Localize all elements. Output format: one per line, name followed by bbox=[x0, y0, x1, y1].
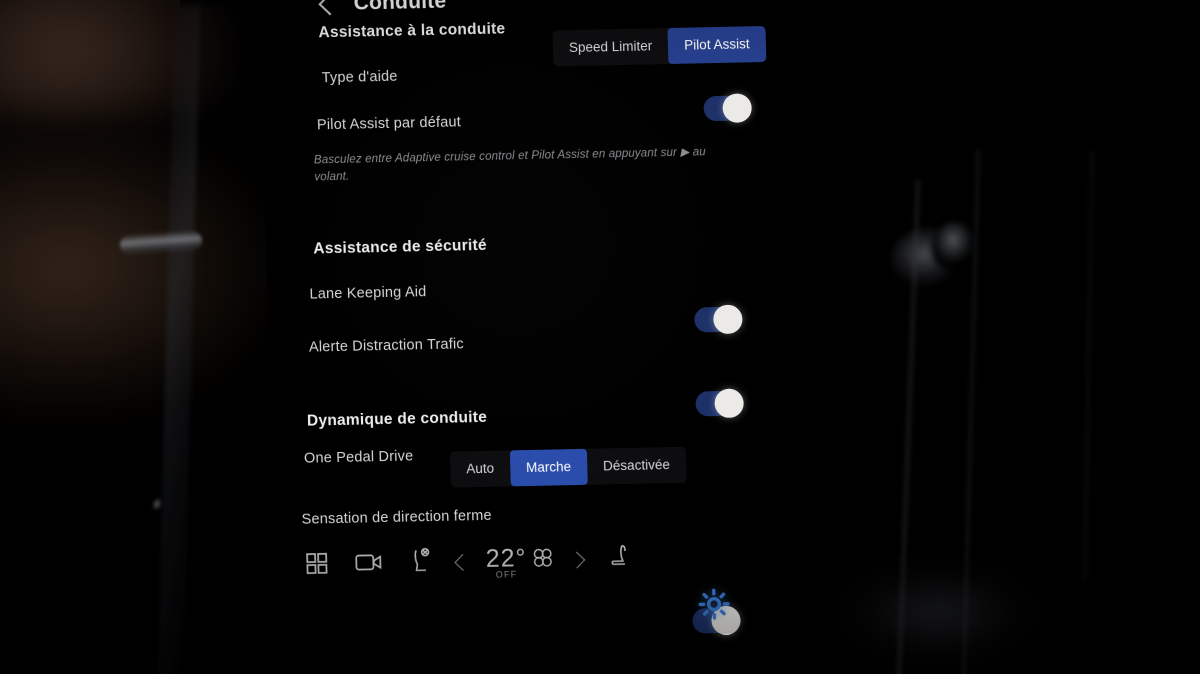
label-pilot-assist-par-defaut: Pilot Assist par défaut bbox=[316, 114, 462, 134]
steering-column-stalk bbox=[119, 229, 203, 257]
segment-pilot-assist[interactable]: Pilot Assist bbox=[667, 25, 767, 65]
page-title: Conduite bbox=[353, 0, 447, 15]
cabin-knob bbox=[890, 228, 968, 294]
cabin-knob-secondary bbox=[932, 222, 976, 272]
segment-speed-limiter[interactable]: Speed Limiter bbox=[552, 28, 669, 67]
chevron-right-icon[interactable] bbox=[568, 551, 586, 569]
screen-header: Conduite bbox=[318, 0, 447, 16]
segment-marche[interactable]: Marche bbox=[509, 448, 588, 487]
photo-of-car-infotainment-screen: Conduite Assistance à la conduite Type d… bbox=[0, 0, 1200, 674]
cabin-highlight-speck bbox=[150, 495, 164, 513]
label-type-daide: Type d'aide bbox=[321, 68, 398, 87]
hand-silhouette bbox=[0, 0, 290, 260]
infotainment-screen: Conduite Assistance à la conduite Type d… bbox=[259, 0, 797, 644]
cabin-edge-line-3 bbox=[1082, 149, 1095, 581]
segmented-control-type-daide[interactable]: Speed Limiter Pilot Assist bbox=[552, 25, 767, 67]
chevron-left-icon[interactable] bbox=[454, 553, 472, 571]
toggle-knob bbox=[712, 304, 743, 335]
label-lane-keeping-aid: Lane Keeping Aid bbox=[309, 284, 427, 303]
grid-apps-icon[interactable] bbox=[304, 551, 329, 580]
section-heading-driving-assistance: Assistance à la conduite bbox=[318, 20, 506, 42]
helper-text-pilot-assist: Basculez entre Adaptive cruise control e… bbox=[313, 146, 706, 184]
toggle-lane-keeping-aid[interactable] bbox=[694, 304, 743, 335]
label-alerte-distraction-trafic: Alerte Distraction Trafic bbox=[308, 336, 465, 356]
section-heading-safety-assistance: Assistance de sécurité bbox=[313, 236, 488, 258]
segment-desactivee[interactable]: Désactivée bbox=[586, 446, 687, 485]
passenger-seat-icon[interactable] bbox=[608, 542, 633, 575]
section-heading-driving-dynamics: Dynamique de conduite bbox=[306, 408, 488, 430]
segmented-control-one-pedal-drive[interactable]: Auto Marche Désactivée bbox=[449, 446, 687, 488]
climate-readout[interactable]: 22° OFF bbox=[485, 543, 554, 579]
cabin-ambient-glow bbox=[820, 560, 1080, 674]
fan-status-label: OFF bbox=[495, 568, 518, 580]
cabin-trim-pillar bbox=[157, 0, 201, 674]
gear-icon[interactable] bbox=[697, 587, 732, 627]
toggle-knob bbox=[722, 93, 753, 123]
fan-icon[interactable] bbox=[531, 546, 554, 573]
driver-seat-heat-icon[interactable] bbox=[408, 547, 435, 581]
label-sensation-direction-ferme: Sensation de direction ferme bbox=[301, 507, 493, 528]
toggle-alerte-distraction-trafic[interactable] bbox=[695, 388, 745, 419]
toggle-pilot-assist-par-defaut[interactable] bbox=[703, 93, 753, 123]
label-one-pedal-drive: One Pedal Drive bbox=[303, 448, 414, 467]
cabin-edge-line-1 bbox=[895, 180, 922, 674]
toggle-knob bbox=[714, 388, 745, 419]
segment-auto[interactable]: Auto bbox=[449, 450, 511, 488]
back-chevron-icon[interactable] bbox=[318, 0, 342, 16]
camera-icon[interactable] bbox=[355, 551, 384, 579]
cabin-edge-line-2 bbox=[960, 150, 982, 674]
